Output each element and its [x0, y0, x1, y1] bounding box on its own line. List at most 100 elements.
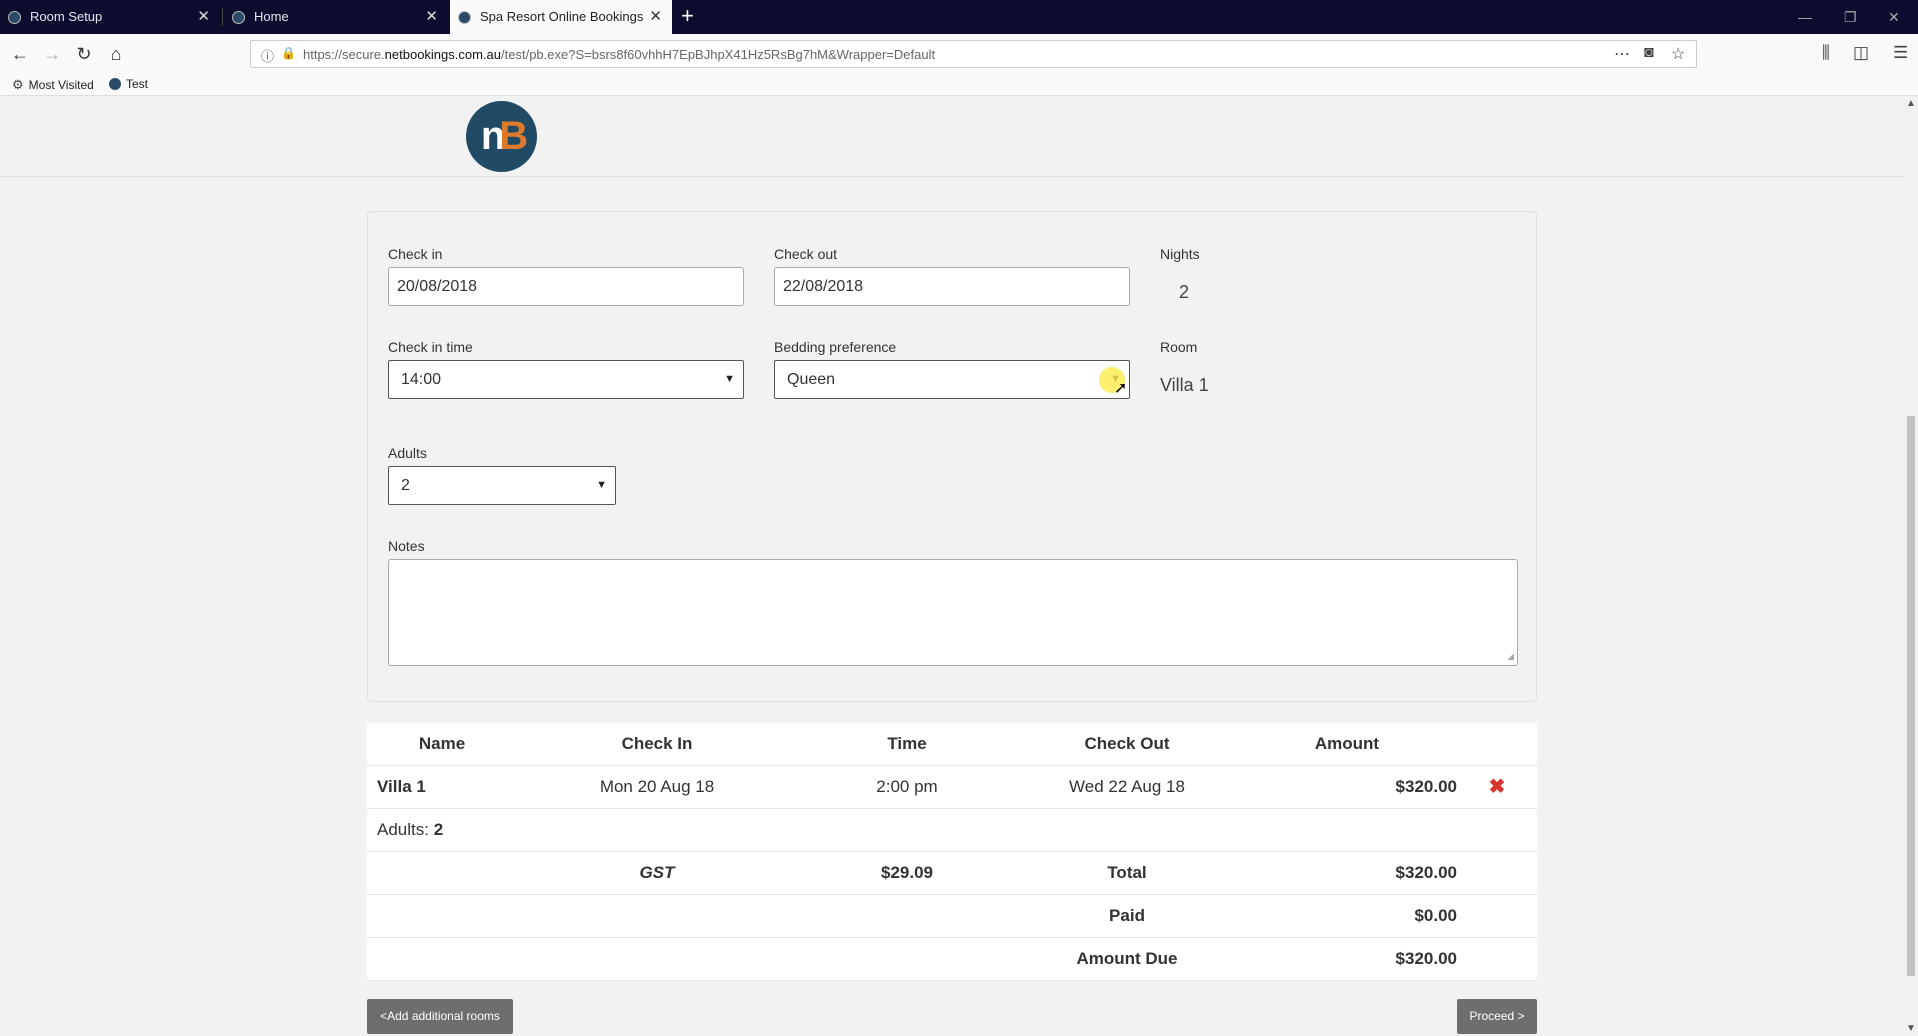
- check-in-time-select[interactable]: 14:00 ▼: [388, 360, 744, 399]
- check-in-label: Check in: [388, 246, 443, 262]
- home-icon[interactable]: ⌂: [104, 42, 128, 66]
- table-row: GST $29.09 Total $320.00: [367, 851, 1537, 895]
- empty-cell: [797, 894, 1017, 938]
- notes-textarea[interactable]: ◢: [388, 559, 1518, 666]
- booking-summary-table: Name Check In Time Check Out Amount Vill…: [367, 723, 1537, 981]
- bedding-preference-select[interactable]: Queen ▼: [774, 360, 1130, 399]
- logo-letter-n: n: [480, 114, 506, 158]
- netbookings-logo[interactable]: nB: [466, 101, 537, 172]
- room-label: Room: [1160, 339, 1198, 355]
- netbookings-favicon-icon: [8, 11, 21, 24]
- dropdown-arrow-icon: ▼: [724, 373, 735, 385]
- restore-icon[interactable]: ❐: [1844, 0, 1857, 34]
- room-name: Villa 1: [367, 765, 517, 809]
- adults-summary-label: Adults:: [377, 819, 434, 839]
- url-bar[interactable]: ⓘ 🔒 https://secure.netbookings.com.au/te…: [250, 40, 1697, 68]
- more-actions-icon[interactable]: ⋯: [1614, 44, 1630, 64]
- adults-value: 2: [401, 477, 410, 494]
- row-amount: $320.00: [1237, 765, 1457, 809]
- bookmark-test[interactable]: Test: [109, 77, 148, 91]
- paid-label: Paid: [1017, 894, 1237, 938]
- new-tab-icon[interactable]: +: [681, 0, 694, 34]
- column-header: Time: [797, 723, 1017, 766]
- total-label: Total: [1017, 851, 1237, 895]
- check-out-label: Check out: [774, 246, 838, 262]
- tab-room-setup[interactable]: Room Setup ✕: [0, 0, 220, 34]
- tab-spa-resort-online-bookings[interactable]: Spa Resort Online Bookings ✕: [450, 0, 672, 34]
- scroll-down-icon[interactable]: ▼: [1906, 1023, 1916, 1034]
- netbookings-favicon-icon: [232, 11, 245, 24]
- empty-cell: [1457, 851, 1537, 895]
- row-check-out: Wed 22 Aug 18: [1017, 765, 1237, 809]
- adults-label: Adults: [388, 445, 427, 461]
- row-time: 2:00 pm: [797, 765, 1017, 809]
- url-text[interactable]: https://secure.netbookings.com.au/test/p…: [303, 47, 935, 62]
- gst-label: GST: [517, 851, 797, 895]
- room-value: Villa 1: [1160, 375, 1209, 395]
- empty-cell: [1457, 937, 1537, 981]
- empty-cell: [367, 851, 517, 895]
- tab-title: Room Setup: [30, 9, 103, 24]
- empty-cell: [1457, 894, 1537, 938]
- minimize-icon[interactable]: —: [1798, 0, 1812, 34]
- lock-icon: 🔒: [281, 46, 296, 60]
- scroll-up-icon[interactable]: ▲: [1906, 98, 1916, 109]
- amount-due-label: Amount Due: [1017, 937, 1237, 981]
- mouse-pointer-icon: ➚: [1114, 380, 1128, 397]
- amount-due-value: $320.00: [1237, 937, 1457, 981]
- column-header: Check In: [517, 723, 797, 766]
- adults-select[interactable]: 2 ▼: [388, 466, 616, 505]
- bookmark-most-visited[interactable]: ⚙ Most Visited: [12, 77, 94, 92]
- bookmark-label: Most Visited: [28, 78, 94, 92]
- column-header: Check Out: [1017, 723, 1237, 766]
- nights-label: Nights: [1160, 246, 1200, 262]
- column-header: Name: [367, 723, 517, 766]
- close-icon[interactable]: ✕: [197, 0, 210, 34]
- resize-grip-icon[interactable]: ◢: [1507, 651, 1514, 662]
- empty-cell: [517, 894, 797, 938]
- url-domain: netbookings.com.au: [384, 47, 502, 62]
- info-icon[interactable]: ⓘ: [261, 46, 274, 65]
- table-row: Adults: 2: [367, 808, 1537, 852]
- proceed-button[interactable]: Proceed >: [1457, 999, 1537, 1034]
- bookmark-label: Test: [126, 77, 149, 91]
- notes-label: Notes: [388, 538, 425, 554]
- tab-bar: Room Setup ✕ Home ✕ Spa Resort Online Bo…: [0, 0, 1918, 34]
- close-icon[interactable]: ✕: [425, 0, 438, 34]
- row-check-in: Mon 20 Aug 18: [517, 765, 797, 809]
- gear-icon: ⚙: [12, 77, 24, 92]
- scrollbar-thumb[interactable]: [1907, 416, 1915, 976]
- vertical-scrollbar[interactable]: ▲ ▼: [1904, 96, 1918, 1036]
- tab-home[interactable]: Home ✕: [224, 0, 448, 34]
- bedding-preference-value: Queen: [787, 371, 836, 388]
- pocket-icon[interactable]: ◙: [1644, 44, 1654, 62]
- adults-summary-value: 2: [433, 819, 444, 839]
- reload-icon[interactable]: ↻: [72, 42, 96, 66]
- delete-icon[interactable]: ✖: [1457, 765, 1537, 809]
- bookmark-star-icon[interactable]: ☆: [1671, 44, 1685, 64]
- page-header: nB: [0, 96, 1904, 177]
- empty-cell: [797, 937, 1017, 981]
- check-in-field[interactable]: 20/08/2018: [388, 267, 744, 306]
- forward-icon[interactable]: →: [40, 42, 64, 66]
- table-row: Villa 1 Mon 20 Aug 18 2:00 pm Wed 22 Aug…: [367, 765, 1537, 809]
- column-header: Amount: [1237, 723, 1457, 766]
- bedding-preference-label: Bedding preference: [774, 339, 897, 355]
- table-row: Amount Due $320.00: [367, 937, 1537, 981]
- library-icon[interactable]: ⫼: [1822, 43, 1830, 63]
- logo-letter-b: B: [499, 114, 528, 158]
- check-in-time-label: Check in time: [388, 339, 473, 355]
- check-out-field[interactable]: 22/08/2018: [774, 267, 1130, 306]
- back-icon[interactable]: ←: [8, 42, 32, 66]
- empty-cell: [367, 894, 517, 938]
- sidebar-icon[interactable]: ◫: [1853, 43, 1869, 63]
- add-additional-rooms-button[interactable]: <Add additional rooms: [367, 999, 513, 1034]
- tab-separator: [222, 8, 223, 26]
- close-icon[interactable]: ✕: [649, 0, 662, 34]
- menu-icon[interactable]: ☰: [1893, 43, 1908, 63]
- empty-cell: [367, 937, 517, 981]
- netbookings-favicon-icon: [109, 78, 121, 90]
- window-close-icon[interactable]: ✕: [1888, 0, 1900, 34]
- gst-value: $29.09: [797, 851, 1017, 895]
- adults-summary: Adults: 2: [367, 808, 1537, 852]
